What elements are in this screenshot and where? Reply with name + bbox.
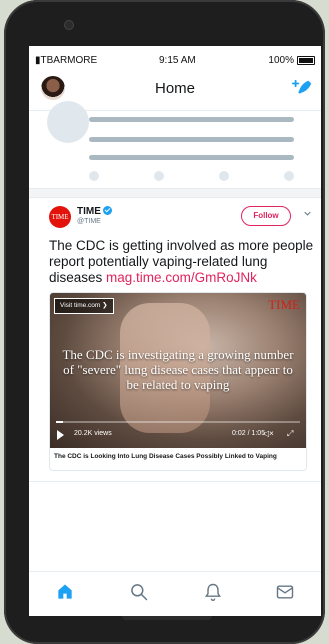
tweet-text: The CDC is getting involved as more peop… <box>49 238 317 286</box>
page-title: Home <box>154 80 195 97</box>
carrier-label: ▮TBARMORE <box>35 55 97 66</box>
placeholder-dot <box>154 171 164 181</box>
app-screen: ▮TBARMORE 9:15 AM 100% Home TIME TIME @T… <box>29 46 321 616</box>
notifications-icon[interactable] <box>203 582 223 602</box>
placeholder-dot <box>89 171 99 181</box>
battery-indicator: 100% <box>268 55 315 66</box>
video-card[interactable]: Visit time.com ❯ TIME The CDC is investi… <box>49 292 307 471</box>
tweet-link[interactable]: mag.time.com/GmRoJNk <box>106 270 257 285</box>
carrier-name: TBARMORE <box>40 55 98 66</box>
search-icon[interactable] <box>129 582 149 602</box>
placeholder-avatar <box>47 101 89 143</box>
battery-percent: 100% <box>268 55 294 66</box>
video-duration: 0:02 / 1:05 <box>232 430 266 437</box>
battery-icon <box>297 56 315 65</box>
tweet-divider <box>29 481 321 482</box>
author-handle: @TIME <box>77 218 101 225</box>
placeholder-dot <box>219 171 229 181</box>
video-brand-watermark: TIME <box>268 297 300 312</box>
chevron-down-icon[interactable] <box>304 210 311 217</box>
author-avatar[interactable]: TIME <box>49 206 71 228</box>
view-count: 20.2K views <box>74 430 112 437</box>
placeholder-line <box>89 155 294 160</box>
visit-label: Visit time.com <box>60 302 101 309</box>
placeholder-dot <box>284 171 294 181</box>
video-progress-track[interactable] <box>56 421 300 423</box>
author-name-text: TIME <box>77 206 101 217</box>
video-progress-fill <box>56 421 64 423</box>
play-icon[interactable] <box>57 430 64 440</box>
timeline-divider <box>29 188 321 198</box>
compose-tweet-icon[interactable] <box>291 78 313 100</box>
video-caption: The CDC is investigating a growing numbe… <box>62 347 294 392</box>
visit-site-button[interactable]: Visit time.com ❯ <box>54 298 114 314</box>
placeholder-line <box>89 137 294 142</box>
video-player[interactable]: Visit time.com ❯ TIME The CDC is investi… <box>50 293 306 448</box>
bottom-tab-bar <box>29 571 321 616</box>
verified-icon <box>102 206 112 215</box>
messages-icon[interactable] <box>275 582 295 602</box>
placeholder-actions <box>89 171 294 181</box>
home-icon[interactable] <box>55 582 75 602</box>
author-name[interactable]: TIME <box>77 206 112 217</box>
card-title[interactable]: The CDC is Looking Into Lung Disease Cas… <box>54 453 277 460</box>
placeholder-line <box>89 117 294 122</box>
status-time: 9:15 AM <box>159 55 196 66</box>
mute-icon[interactable]: ◁× <box>263 429 274 438</box>
fullscreen-icon[interactable]: ⤢ <box>287 429 293 439</box>
loading-placeholder <box>29 101 321 187</box>
status-bar: ▮TBARMORE 9:15 AM 100% <box>29 46 321 72</box>
follow-button[interactable]: Follow <box>241 206 291 226</box>
front-camera <box>64 20 74 30</box>
